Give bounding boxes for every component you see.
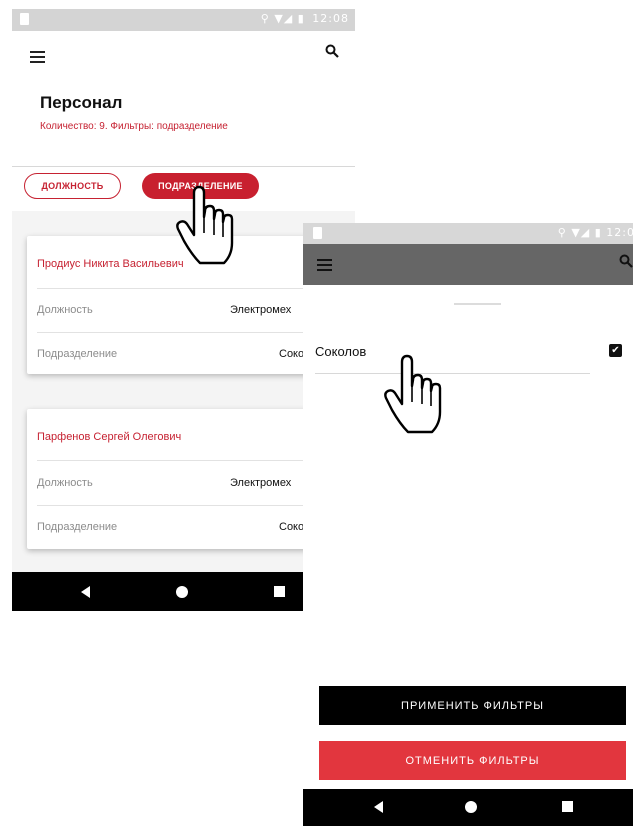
location-icon: ⚲: [260, 12, 270, 25]
position-label: Должность: [37, 477, 93, 489]
department-label: Подразделение: [37, 348, 118, 360]
back-triangle-icon[interactable]: [81, 586, 90, 598]
phone-screen-filter-sheet: ⚲ ▼◢ ▮ 12:08 Соколов ✔ ПРИМЕНИТЬ ФИЛЬТРЫ…: [303, 223, 633, 826]
search-icon[interactable]: [325, 44, 339, 63]
divider: [315, 373, 590, 374]
department-value: Соко: [279, 521, 305, 533]
app-header: Персонал Количество: 9. Фильтры: подразд…: [12, 31, 355, 166]
hamburger-menu-icon[interactable]: [30, 51, 45, 63]
hand-pointer-icon: [380, 352, 450, 447]
filter-summary: Количество: 9. Фильтры: подразделение: [40, 121, 228, 132]
filter-option-label[interactable]: Соколов: [315, 344, 366, 359]
recent-apps-square-icon[interactable]: [562, 801, 573, 812]
status-time: 12:08: [606, 226, 633, 239]
battery-icon: ▮: [594, 226, 602, 239]
cancel-filters-button[interactable]: ОТМЕНИТЬ ФИЛЬТРЫ: [319, 741, 626, 780]
position-filter-chip[interactable]: ДОЛЖНОСТЬ: [24, 173, 121, 199]
search-icon: [619, 254, 633, 273]
hamburger-menu-icon: [317, 259, 332, 271]
status-bar: ⚲ ▼◢ ▮ 12:08: [12, 9, 355, 31]
employee-name: Парфенов Сергей Олегович: [37, 431, 182, 443]
department-label: Подразделение: [37, 521, 118, 533]
home-circle-icon[interactable]: [176, 586, 188, 598]
dimmed-app-bar: [303, 244, 633, 285]
battery-icon: ▮: [297, 12, 305, 25]
sim-card-icon: [313, 227, 322, 239]
hand-pointer-icon: [172, 183, 242, 278]
system-nav-bar: [303, 789, 633, 826]
position-label: Должность: [37, 304, 93, 316]
location-icon: ⚲: [557, 226, 567, 239]
position-value: Электромех: [230, 477, 292, 489]
checkbox-checked-icon[interactable]: ✔: [609, 344, 622, 357]
recent-apps-square-icon[interactable]: [274, 586, 285, 597]
status-time: 12:08: [312, 12, 349, 25]
department-value: Соко: [279, 348, 305, 360]
signal-icon: ▼◢: [274, 12, 294, 25]
sim-card-icon: [20, 13, 29, 25]
apply-filters-button[interactable]: ПРИМЕНИТЬ ФИЛЬТРЫ: [319, 686, 626, 725]
status-icons: ⚲ ▼◢ ▮ 12:08: [261, 12, 349, 25]
page-title: Персонал: [40, 93, 123, 112]
signal-icon: ▼◢: [571, 226, 591, 239]
employee-name: Продиус Никита Васильевич: [37, 258, 184, 270]
status-bar: ⚲ ▼◢ ▮ 12:08: [303, 223, 633, 244]
home-circle-icon[interactable]: [465, 801, 477, 813]
status-icons: ⚲ ▼◢ ▮ 12:08: [558, 226, 633, 239]
position-value: Электромех: [230, 304, 292, 316]
back-triangle-icon[interactable]: [374, 801, 383, 813]
sheet-drag-handle[interactable]: [454, 303, 501, 305]
